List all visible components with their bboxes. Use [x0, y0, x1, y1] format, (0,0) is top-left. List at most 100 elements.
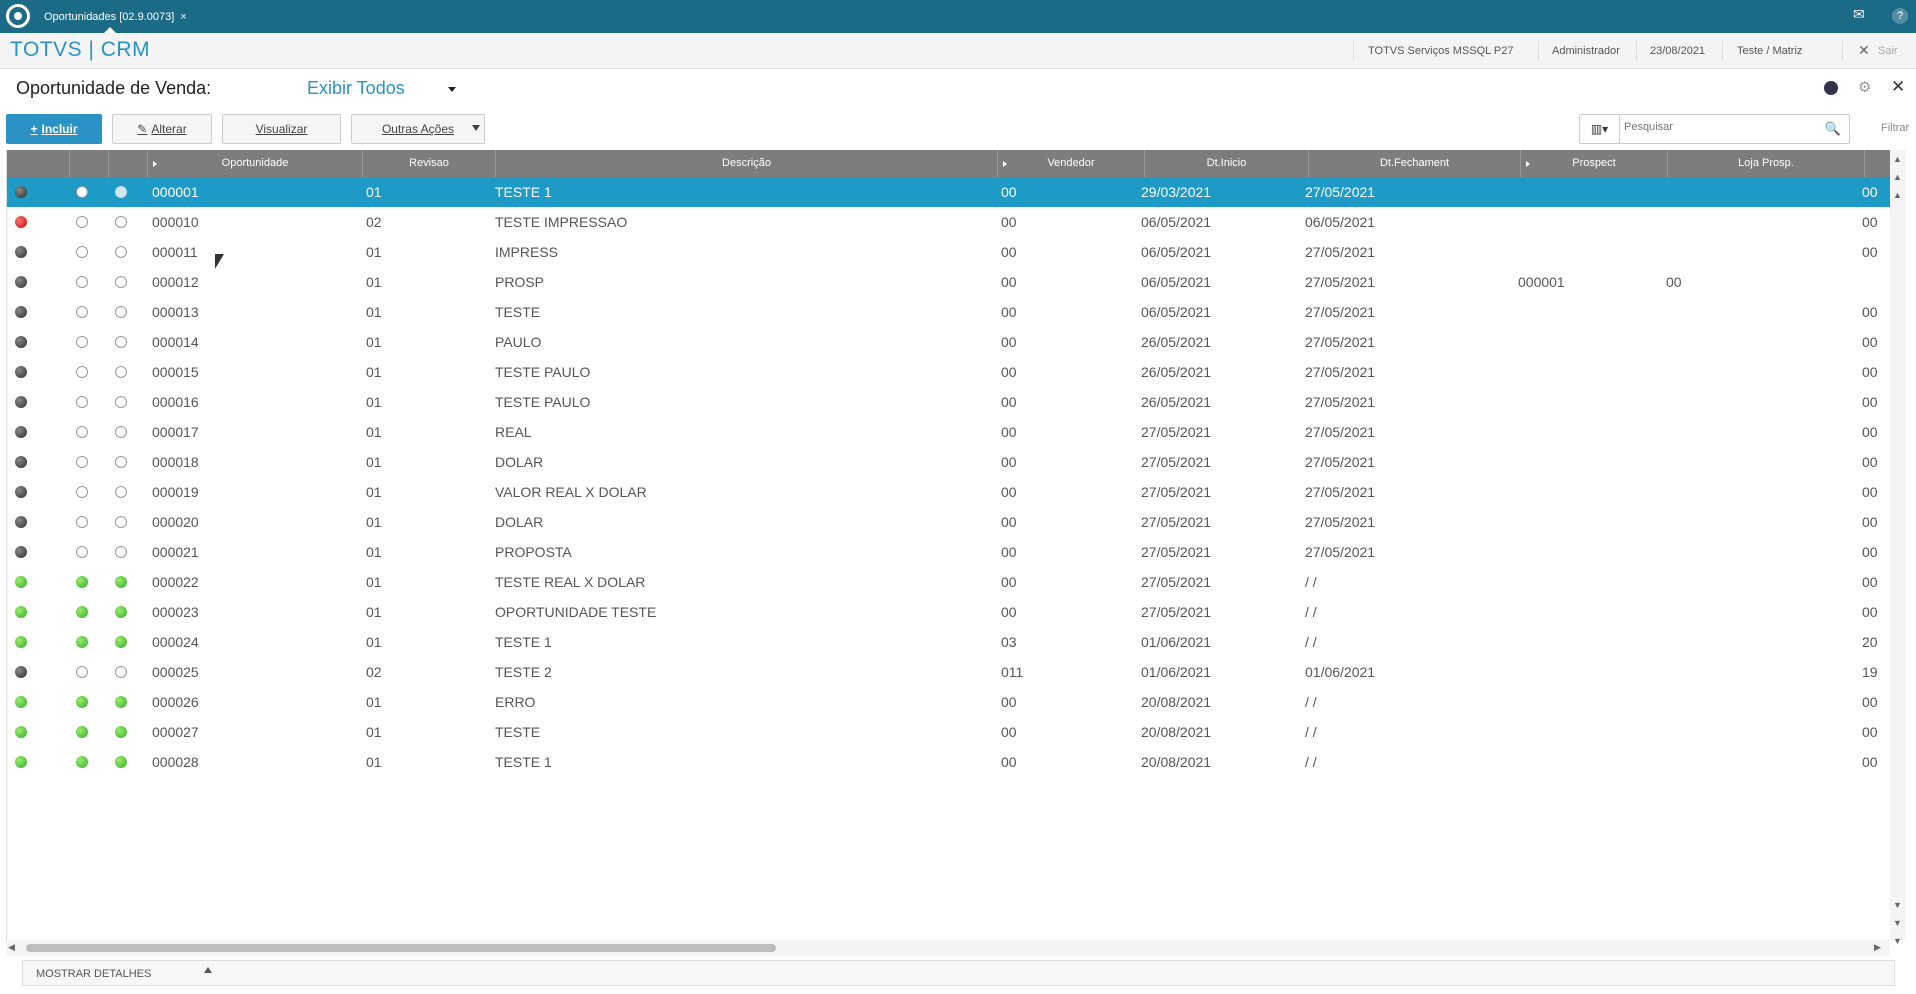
header-flag-col[interactable]	[70, 150, 109, 177]
flag2-dot-icon[interactable]	[115, 606, 127, 618]
flag2-dot-icon[interactable]	[115, 396, 127, 408]
vertical-scrollbar[interactable]: ▲ ▲ ▲ ▼ ▼ ▼	[1890, 150, 1906, 946]
mail-icon[interactable]: ✉	[1853, 6, 1865, 23]
totvs-logo-icon[interactable]	[6, 4, 30, 28]
header-oportunidade[interactable]: Oportunidade	[148, 150, 363, 177]
gear-icon[interactable]: ⚙	[1858, 78, 1872, 96]
status-dot-icon[interactable]	[15, 216, 27, 228]
flag2-dot-icon[interactable]	[115, 576, 127, 588]
flag2-dot-icon[interactable]	[115, 366, 127, 378]
horizontal-scroll-thumb[interactable]	[26, 944, 776, 952]
scroll-down-icon[interactable]: ▼	[1893, 900, 1902, 910]
flag2-dot-icon[interactable]	[115, 426, 127, 438]
flag2-dot-icon[interactable]	[115, 636, 127, 648]
scroll-up-icon[interactable]: ▲	[1893, 190, 1902, 200]
flag2-dot-icon[interactable]	[115, 726, 127, 738]
flag2-dot-icon[interactable]	[115, 246, 127, 258]
status-dot-icon[interactable]	[15, 756, 27, 768]
status-dot-icon[interactable]	[15, 726, 27, 738]
close-icon[interactable]: ✕	[1891, 77, 1907, 96]
column-selector-icon[interactable]: ▥▾	[1580, 115, 1620, 143]
status-dot-icon[interactable]	[15, 306, 27, 318]
scroll-top-icon[interactable]: ▲	[1893, 154, 1902, 164]
flag-dot-icon[interactable]	[76, 186, 88, 198]
flag2-dot-icon[interactable]	[115, 666, 127, 678]
flag-dot-icon[interactable]	[76, 636, 88, 648]
theme-icon[interactable]	[1824, 81, 1838, 95]
status-dot-icon[interactable]	[15, 396, 27, 408]
horizontal-scrollbar[interactable]: ◀ ▶	[6, 940, 1890, 956]
flag-dot-icon[interactable]	[76, 756, 88, 768]
table-row[interactable]: 000021 01 PROPOSTA 00 27/05/2021 27/05/2021 00	[7, 537, 1890, 567]
flag-dot-icon[interactable]	[76, 576, 88, 588]
flag2-dot-icon[interactable]	[115, 696, 127, 708]
expand-up-icon[interactable]	[204, 967, 212, 973]
view-filter-select[interactable]: Exibir Todos	[307, 78, 405, 99]
scroll-bottom-icon[interactable]: ▼	[1893, 936, 1902, 946]
logout-icon[interactable]: ✕	[1858, 42, 1870, 59]
scroll-page-up-icon[interactable]: ▲	[1893, 172, 1902, 182]
flag-dot-icon[interactable]	[76, 696, 88, 708]
flag-dot-icon[interactable]	[76, 336, 88, 348]
table-row[interactable]: 000012 01 PROSP 00 06/05/2021 27/05/2021 00000…	[7, 267, 1890, 297]
help-icon[interactable]: ?	[1892, 8, 1908, 24]
flag2-dot-icon[interactable]	[115, 516, 127, 528]
table-row[interactable]: 000020 01 DOLAR 00 27/05/2021 27/05/2021 00	[7, 507, 1890, 537]
flag-dot-icon[interactable]	[76, 606, 88, 618]
header-loja-prosp[interactable]: Loja Prosp.	[1668, 150, 1865, 177]
search-icon[interactable]: 🔍	[1825, 121, 1841, 137]
table-row[interactable]: 000016 01 TESTE PAULO 00 26/05/2021 27/05/202…	[7, 387, 1890, 417]
header-dt-inicio[interactable]: Dt.Inicio	[1145, 150, 1309, 177]
table-row[interactable]: 000025 02 TESTE 2 011 01/06/2021 01/06/2021 19	[7, 657, 1890, 687]
status-dot-icon[interactable]	[15, 336, 27, 348]
status-dot-icon[interactable]	[15, 666, 27, 678]
flag2-dot-icon[interactable]	[115, 456, 127, 468]
flag2-dot-icon[interactable]	[115, 486, 127, 498]
flag-dot-icon[interactable]	[76, 216, 88, 228]
status-dot-icon[interactable]	[15, 636, 27, 648]
header-descricao[interactable]: Descrição	[496, 150, 998, 177]
filtrar-link[interactable]: Filtrar	[1881, 122, 1909, 134]
header-status-col[interactable]	[7, 150, 70, 177]
status-dot-icon[interactable]	[15, 276, 27, 288]
flag-dot-icon[interactable]	[76, 396, 88, 408]
status-dot-icon[interactable]	[15, 186, 27, 198]
flag-dot-icon[interactable]	[76, 516, 88, 528]
flag-dot-icon[interactable]	[76, 276, 88, 288]
status-dot-icon[interactable]	[15, 486, 27, 498]
scroll-right-icon[interactable]: ▶	[1874, 942, 1881, 953]
flag-dot-icon[interactable]	[76, 456, 88, 468]
header-prospect[interactable]: Prospect	[1521, 150, 1668, 177]
flag2-dot-icon[interactable]	[115, 216, 127, 228]
flag2-dot-icon[interactable]	[115, 546, 127, 558]
table-row[interactable]: 000013 01 TESTE 00 06/05/2021 27/05/2021 00	[7, 297, 1890, 327]
status-dot-icon[interactable]	[15, 546, 27, 558]
status-dot-icon[interactable]	[15, 426, 27, 438]
flag-dot-icon[interactable]	[76, 366, 88, 378]
status-dot-icon[interactable]	[15, 606, 27, 618]
table-row[interactable]: 000010 02 TESTE IMPRESSAO 00 06/05/2021 06/05…	[7, 207, 1890, 237]
header-revisao[interactable]: Revisao	[363, 150, 496, 177]
status-dot-icon[interactable]	[15, 696, 27, 708]
flag-dot-icon[interactable]	[76, 426, 88, 438]
status-dot-icon[interactable]	[15, 516, 27, 528]
tab-close-icon[interactable]: ×	[180, 11, 186, 23]
scroll-page-down-icon[interactable]: ▼	[1893, 918, 1902, 928]
table-row[interactable]: 000018 01 DOLAR 00 27/05/2021 27/05/2021 00	[7, 447, 1890, 477]
view-filter-caret-icon[interactable]	[448, 87, 456, 92]
table-row[interactable]: 000017 01 REAL 00 27/05/2021 27/05/2021 00	[7, 417, 1890, 447]
flag-dot-icon[interactable]	[76, 306, 88, 318]
header-vendedor[interactable]: Vendedor	[998, 150, 1145, 177]
flag-dot-icon[interactable]	[76, 486, 88, 498]
table-row[interactable]: 000011 01 IMPRESS 00 06/05/2021 27/05/2021 00	[7, 237, 1890, 267]
table-row[interactable]: 000027 01 TESTE 00 20/08/2021 / / 00	[7, 717, 1890, 747]
outras-acoes-button[interactable]: Outras Ações	[351, 114, 485, 144]
show-details-bar[interactable]: MOSTRAR DETALHES	[22, 960, 1895, 986]
table-row[interactable]: 000023 01 OPORTUNIDADE TESTE 00 27/05/2021 /…	[7, 597, 1890, 627]
table-row[interactable]: 000024 01 TESTE 1 03 01/06/2021 / / 20	[7, 627, 1890, 657]
header-dt-fechament[interactable]: Dt.Fechament	[1309, 150, 1521, 177]
flag2-dot-icon[interactable]	[115, 756, 127, 768]
visualizar-button[interactable]: Visualizar	[222, 114, 341, 144]
table-row[interactable]: 000015 01 TESTE PAULO 00 26/05/2021 27/05/202…	[7, 357, 1890, 387]
table-row[interactable]: 000014 01 PAULO 00 26/05/2021 27/05/2021 00	[7, 327, 1890, 357]
